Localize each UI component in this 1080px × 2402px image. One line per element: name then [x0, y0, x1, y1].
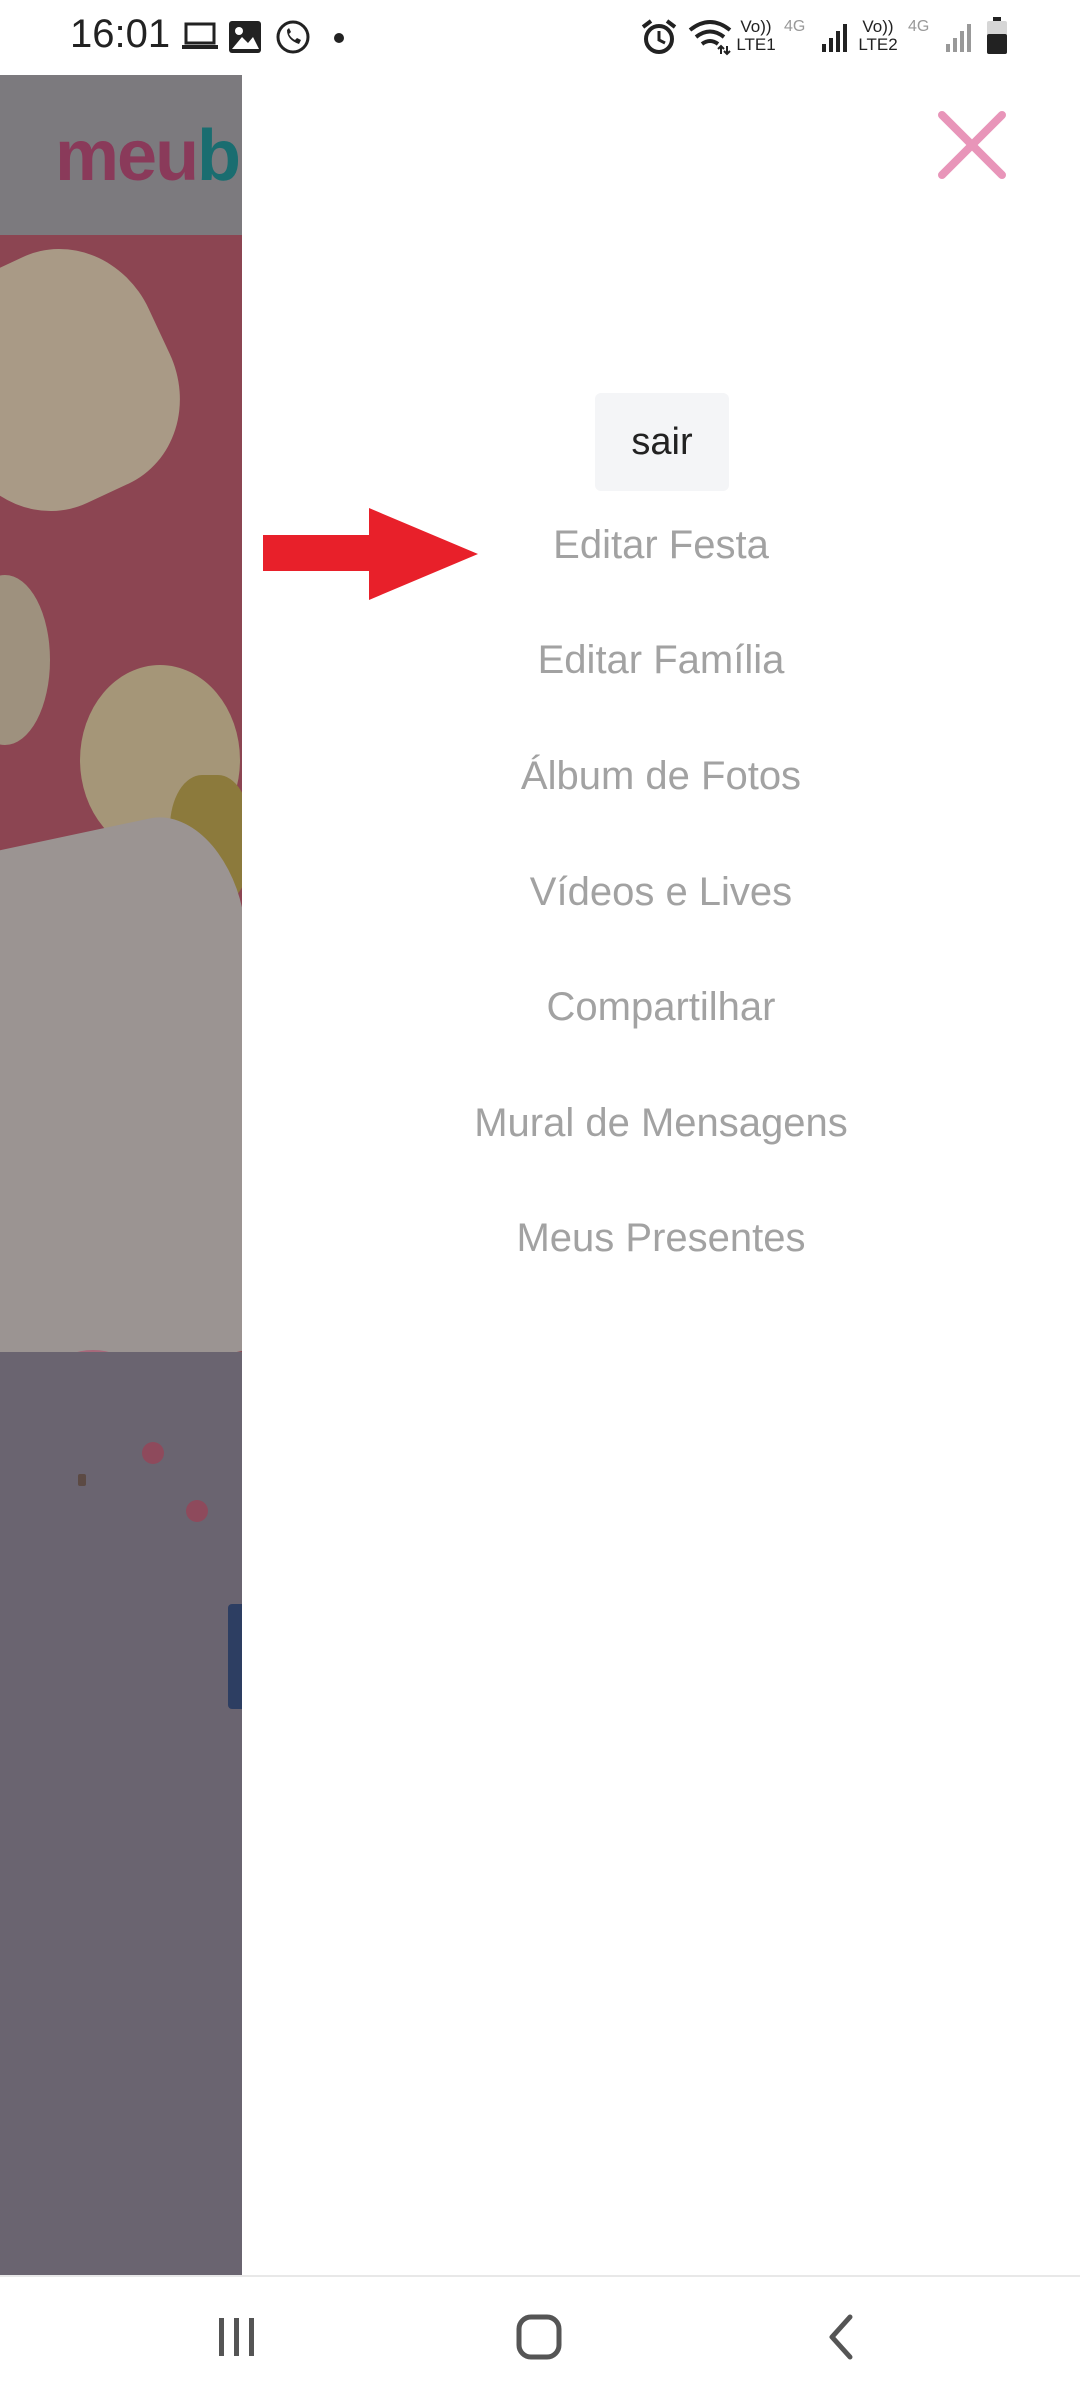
app-logo: meub — [55, 115, 241, 197]
confetti-3 — [78, 1474, 86, 1486]
dot-icon — [334, 33, 344, 43]
alarm-icon — [641, 19, 677, 54]
photo-item-2 — [0, 575, 50, 745]
lte2-label: Vo)) LTE2 — [856, 18, 900, 54]
sim1-type: 4G — [784, 18, 806, 35]
photo-fabric — [0, 803, 242, 1407]
menu-item-compartilhar[interactable]: Compartilhar — [242, 985, 1080, 1030]
image-icon — [229, 21, 261, 53]
menu-item-videos-e-lives[interactable]: Vídeos e Lives — [242, 870, 1080, 915]
recents-icon[interactable] — [215, 2312, 259, 2362]
bg-header: meub — [0, 75, 242, 235]
logout-button[interactable]: sair — [595, 393, 729, 491]
bg-hero-photo — [0, 218, 242, 1480]
menu-item-meus-presentes[interactable]: Meus Presentes — [242, 1216, 1080, 1261]
wifi-icon — [688, 20, 732, 56]
confetti-1 — [142, 1442, 164, 1464]
status-bar: 16:01 Vo)) LTE1 4G Vo)) LTE2 4G — [0, 0, 1080, 75]
home-icon[interactable] — [515, 2312, 565, 2362]
background-app: meub — [0, 75, 242, 2275]
logo-part1: meu — [55, 116, 199, 196]
laptop-icon — [182, 22, 218, 49]
close-icon — [938, 111, 1006, 179]
sim2-type: 4G — [908, 18, 930, 35]
red-arrow-annotation — [263, 508, 478, 600]
navigation-drawer: sair Editar Festa Editar Família Álbum d… — [242, 75, 1080, 2275]
system-nav-bar — [0, 2275, 1080, 2402]
whatsapp-icon — [276, 20, 310, 54]
menu-item-editar-familia[interactable]: Editar Família — [242, 638, 1080, 683]
signal-icon-2 — [946, 24, 971, 52]
photo-item-1 — [0, 218, 213, 542]
logo-part2: b — [197, 116, 241, 196]
lte2-top: Vo)) — [862, 17, 894, 36]
menu-item-album-de-fotos[interactable]: Álbum de Fotos — [242, 754, 1080, 799]
menu-item-mural-de-mensagens[interactable]: Mural de Mensagens — [242, 1101, 1080, 1146]
lte1-label: Vo)) LTE1 — [734, 18, 778, 54]
bg-lower-section — [0, 1352, 242, 2275]
close-button[interactable] — [932, 105, 1012, 185]
lte1-top: Vo)) — [740, 17, 772, 36]
back-icon[interactable] — [820, 2312, 864, 2362]
lte2-bottom: LTE2 — [858, 35, 898, 54]
status-time: 16:01 — [70, 12, 171, 56]
signal-icon — [822, 24, 847, 52]
lte1-bottom: LTE1 — [736, 35, 776, 54]
battery-icon — [987, 17, 1007, 54]
confetti-2 — [186, 1500, 208, 1522]
bg-blue-tab — [228, 1604, 242, 1709]
